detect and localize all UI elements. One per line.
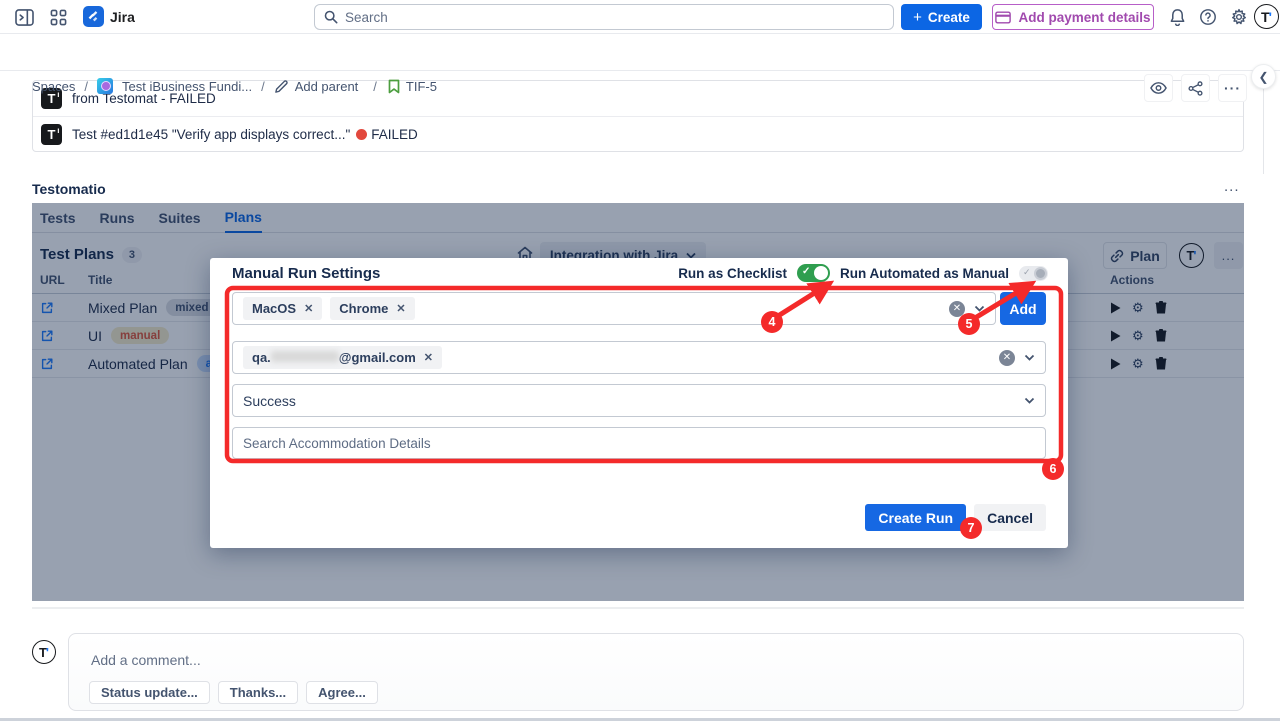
breadcrumb-issue-key[interactable]: TIF-5 [406, 79, 437, 94]
env-tag-macos: MacOS✕ [243, 297, 322, 320]
status-select[interactable]: Success [232, 384, 1046, 417]
comment-box[interactable]: Add a comment... Status update... Thanks… [68, 633, 1244, 711]
watch-eye-icon[interactable] [1144, 74, 1173, 102]
remove-tag-icon[interactable]: ✕ [304, 302, 313, 315]
manual-run-settings-modal: Manual Run Settings Run as Checklist ✓ R… [210, 258, 1068, 548]
search-input-placeholder: Search Accommodation Details [243, 436, 431, 451]
remove-tag-icon[interactable]: ✕ [424, 351, 433, 364]
breadcrumb-project[interactable]: Test iBusiness Fundi... [122, 79, 252, 94]
assignee-multiselect[interactable]: qa.@gmail.com✕ ✕ [232, 341, 1046, 374]
testomatio-section-title: Testomatio [32, 181, 106, 197]
help-icon[interactable] [1197, 6, 1219, 28]
run-as-checklist-label: Run as Checklist [678, 266, 787, 281]
redacted-email-segment [271, 351, 339, 362]
chevron-down-icon[interactable] [1024, 354, 1035, 361]
remove-tag-icon[interactable]: ✕ [396, 302, 405, 315]
breadcrumb-bar: Spaces / Test iBusiness Fundi... / Add p… [0, 34, 1280, 71]
run-automated-as-manual-toggle[interactable]: ✓ [1019, 266, 1048, 281]
annotation-badge-5: 5 [958, 313, 980, 335]
plus-icon: + [913, 9, 922, 26]
app-title: Jira [110, 9, 135, 25]
create-run-button[interactable]: Create Run [865, 504, 966, 531]
breadcrumb-spaces[interactable]: Spaces [32, 79, 75, 94]
annotation-badge-6: 6 [1042, 458, 1064, 480]
global-search-input[interactable]: Search [314, 4, 894, 30]
quick-reply-agree[interactable]: Agree... [306, 681, 378, 704]
quick-reply-status-update[interactable]: Status update... [89, 681, 210, 704]
failed-status-dot [356, 129, 367, 140]
add-payment-details-button[interactable]: Add payment details [992, 4, 1154, 30]
status-select-value: Success [243, 393, 296, 409]
cancel-button[interactable]: Cancel [974, 504, 1046, 531]
jira-logo-icon[interactable] [83, 6, 104, 27]
env-tag-chrome: Chrome✕ [330, 297, 414, 320]
breadcrumb: Spaces / Test iBusiness Fundi... / Add p… [32, 78, 437, 94]
accommodation-search-input[interactable]: Search Accommodation Details [232, 427, 1046, 459]
clear-field-icon[interactable]: ✕ [999, 350, 1015, 366]
annotation-badge-7: 7 [960, 517, 982, 539]
testomat-logo-icon: T [41, 124, 62, 145]
credit-card-icon [995, 11, 1011, 24]
environment-multiselect[interactable]: MacOS✕ Chrome✕ ✕ [232, 292, 996, 325]
add-environment-button[interactable]: Add [1000, 292, 1046, 325]
create-button[interactable]: + Create [901, 4, 982, 30]
settings-gear-icon[interactable] [1228, 6, 1250, 28]
breadcrumb-add-parent[interactable]: Add parent [295, 79, 359, 94]
edit-pencil-icon [274, 79, 289, 94]
quick-reply-thanks[interactable]: Thanks... [218, 681, 298, 704]
more-actions-icon[interactable]: ··· [1218, 74, 1247, 102]
section-more-icon[interactable]: ... [1224, 178, 1240, 195]
assignee-chip: qa.@gmail.com✕ [243, 346, 442, 369]
run-as-checklist-toggle[interactable]: ✓ [797, 264, 830, 282]
project-avatar-icon [97, 78, 113, 94]
comment-placeholder: Add a comment... [91, 652, 201, 668]
linked-test-text: Test #ed1d1e45 "Verify app displays corr… [72, 127, 418, 142]
run-automated-as-manual-label: Run Automated as Manual [840, 266, 1009, 281]
top-navigation-bar: Jira Search + Create Add payment details… [0, 0, 1280, 34]
search-placeholder: Search [345, 10, 388, 25]
share-icon[interactable] [1181, 74, 1210, 102]
user-avatar[interactable]: T' [1254, 4, 1279, 29]
comment-user-avatar: T' [32, 640, 56, 664]
search-icon [324, 10, 338, 24]
sidebar-toggle-icon[interactable] [13, 6, 35, 28]
chevron-down-icon[interactable] [974, 305, 985, 312]
annotation-badge-4: 4 [761, 311, 783, 333]
comment-divider [32, 607, 1244, 609]
chevron-down-icon [1024, 397, 1035, 404]
collapse-panel-button[interactable]: ❮ [1251, 64, 1276, 89]
bookmark-icon [388, 79, 400, 94]
linked-test-row[interactable]: T Test #ed1d1e45 "Verify app displays co… [33, 116, 1243, 151]
app-switcher-icon[interactable] [47, 6, 69, 28]
modal-title: Manual Run Settings [232, 265, 380, 282]
notifications-bell-icon[interactable] [1166, 6, 1188, 28]
